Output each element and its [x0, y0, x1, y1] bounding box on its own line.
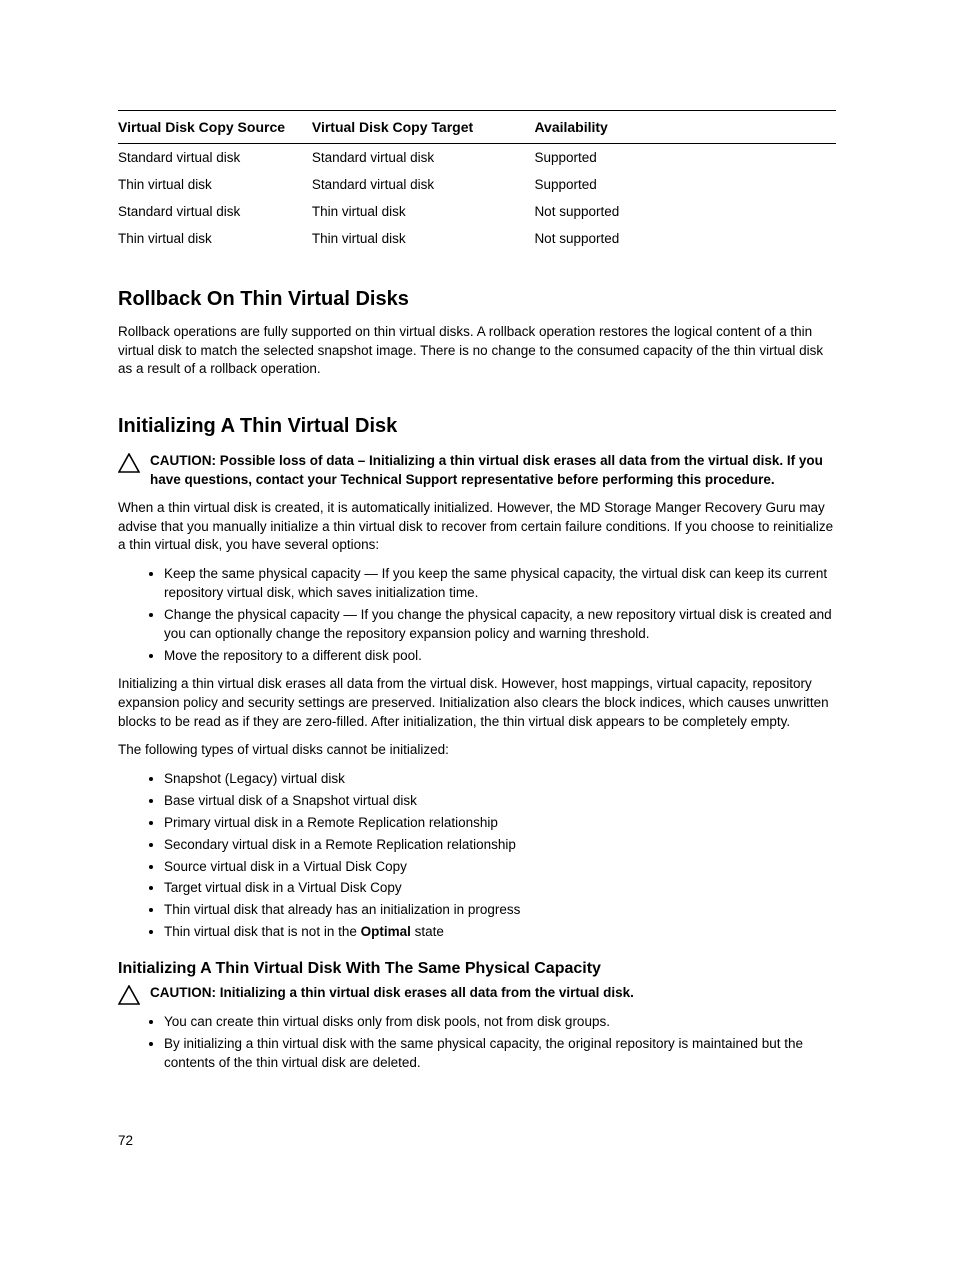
table-cell: Not supported: [534, 225, 836, 252]
list-item: Snapshot (Legacy) virtual disk: [164, 770, 836, 789]
list-item: Keep the same physical capacity — If you…: [164, 565, 836, 603]
compatibility-table: Virtual Disk Copy Source Virtual Disk Co…: [118, 110, 836, 252]
list-item: Base virtual disk of a Snapshot virtual …: [164, 792, 836, 811]
options-list: Keep the same physical capacity — If you…: [142, 565, 836, 665]
table-cell: Supported: [534, 171, 836, 198]
cannot-initialize-list: Snapshot (Legacy) virtual disk Base virt…: [142, 770, 836, 942]
table-row: Standard virtual disk Standard virtual d…: [118, 144, 836, 172]
table-cell: Supported: [534, 144, 836, 172]
table-header-row: Virtual Disk Copy Source Virtual Disk Co…: [118, 111, 836, 144]
paragraph: Rollback operations are fully supported …: [118, 323, 836, 379]
caution-icon: [118, 453, 140, 473]
table-cell: Standard virtual disk: [118, 144, 312, 172]
table-cell: Thin virtual disk: [312, 225, 535, 252]
text-run: state: [411, 924, 444, 939]
table-row: Thin virtual disk Standard virtual disk …: [118, 171, 836, 198]
paragraph: Initializing a thin virtual disk erases …: [118, 675, 836, 731]
table-row: Thin virtual disk Thin virtual disk Not …: [118, 225, 836, 252]
caution-block: CAUTION: Possible loss of data – Initial…: [118, 452, 836, 489]
text-run: Thin virtual disk that is not in the: [164, 924, 361, 939]
document-page: Virtual Disk Copy Source Virtual Disk Co…: [0, 0, 954, 1268]
table-header: Virtual Disk Copy Source: [118, 111, 312, 144]
table-cell: Standard virtual disk: [312, 144, 535, 172]
list-item: Thin virtual disk that already has an in…: [164, 901, 836, 920]
list-item: Primary virtual disk in a Remote Replica…: [164, 814, 836, 833]
table-cell: Standard virtual disk: [312, 171, 535, 198]
caution-block: CAUTION: Initializing a thin virtual dis…: [118, 984, 836, 1005]
page-number: 72: [118, 1133, 133, 1148]
list-item: Secondary virtual disk in a Remote Repli…: [164, 836, 836, 855]
caution-text: CAUTION: Initializing a thin virtual dis…: [150, 984, 634, 1003]
caution-text: CAUTION: Possible loss of data – Initial…: [150, 452, 836, 489]
table-row: Standard virtual disk Thin virtual disk …: [118, 198, 836, 225]
list-item: Thin virtual disk that is not in the Opt…: [164, 923, 836, 942]
table-cell: Standard virtual disk: [118, 198, 312, 225]
table-header: Virtual Disk Copy Target: [312, 111, 535, 144]
bold-text: Optimal: [361, 924, 411, 939]
table-cell: Thin virtual disk: [118, 171, 312, 198]
table-cell: Thin virtual disk: [312, 198, 535, 225]
paragraph: When a thin virtual disk is created, it …: [118, 499, 836, 555]
heading-initializing: Initializing A Thin Virtual Disk: [118, 415, 836, 438]
list-item: Target virtual disk in a Virtual Disk Co…: [164, 879, 836, 898]
list-item: You can create thin virtual disks only f…: [164, 1013, 836, 1032]
heading-rollback: Rollback On Thin Virtual Disks: [118, 288, 836, 311]
list-item: Move the repository to a different disk …: [164, 647, 836, 666]
list-item: Source virtual disk in a Virtual Disk Co…: [164, 858, 836, 877]
same-capacity-list: You can create thin virtual disks only f…: [142, 1013, 836, 1073]
paragraph: The following types of virtual disks can…: [118, 741, 836, 760]
list-item: Change the physical capacity — If you ch…: [164, 606, 836, 644]
table-header: Availability: [534, 111, 836, 144]
list-item: By initializing a thin virtual disk with…: [164, 1035, 836, 1073]
table-cell: Thin virtual disk: [118, 225, 312, 252]
subheading-same-capacity: Initializing A Thin Virtual Disk With Th…: [118, 960, 836, 978]
caution-icon: [118, 985, 140, 1005]
table-cell: Not supported: [534, 198, 836, 225]
